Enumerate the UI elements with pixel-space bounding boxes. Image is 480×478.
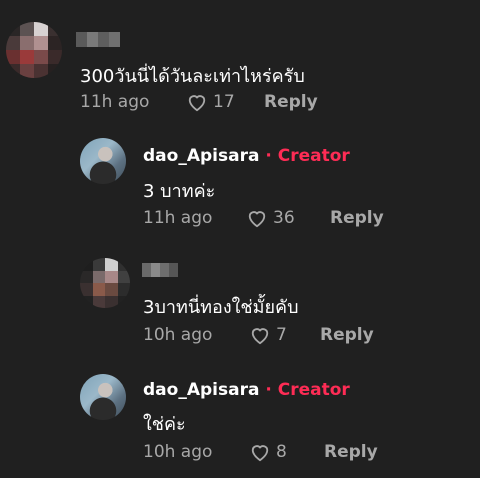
like-count: 36 [273, 208, 295, 228]
like-button[interactable]: 36 [246, 208, 295, 228]
comment-text: 3 บาทค่ะ [143, 181, 216, 202]
reply-button[interactable]: Reply [264, 92, 318, 112]
comment-time: 11h ago [80, 92, 150, 112]
creator-badge: · Creator [265, 146, 350, 166]
like-button[interactable]: 17 [186, 92, 235, 112]
creator-name-line: dao_Apisara · Creator [143, 146, 350, 166]
username-pixelated[interactable] [142, 263, 178, 277]
like-button[interactable]: 7 [249, 325, 287, 345]
username[interactable]: dao_Apisara [143, 146, 259, 166]
like-count: 8 [276, 442, 287, 462]
username-pixelated[interactable] [76, 32, 120, 47]
comment-time: 10h ago [143, 442, 213, 462]
like-button[interactable]: 8 [249, 442, 287, 462]
comment-text: 3บาทนี่ทองใช่มั้ยคับ [143, 297, 299, 318]
reply-button[interactable]: Reply [330, 208, 384, 228]
heart-outline-icon [188, 95, 206, 112]
reply-button[interactable]: Reply [320, 325, 374, 345]
like-count: 7 [276, 325, 287, 345]
comment-text: ใช่ค่ะ [143, 414, 186, 435]
avatar-pixelated[interactable] [80, 258, 130, 308]
username[interactable]: dao_Apisara [143, 380, 259, 400]
creator-avatar[interactable] [80, 138, 126, 184]
heart-outline-icon [251, 328, 269, 345]
heart-outline-icon [248, 211, 266, 228]
creator-avatar[interactable] [80, 374, 126, 420]
comment-time: 11h ago [143, 208, 213, 228]
like-count: 17 [213, 92, 235, 112]
comment-text: 300วันนี่ได้วันละเท่าไหร่ครับ [80, 66, 305, 87]
heart-outline-icon [251, 445, 269, 462]
comment-time: 10h ago [143, 325, 213, 345]
creator-name-line: dao_Apisara · Creator [143, 380, 350, 400]
creator-badge: · Creator [265, 380, 350, 400]
avatar-pixelated[interactable] [6, 22, 62, 78]
reply-button[interactable]: Reply [324, 442, 378, 462]
